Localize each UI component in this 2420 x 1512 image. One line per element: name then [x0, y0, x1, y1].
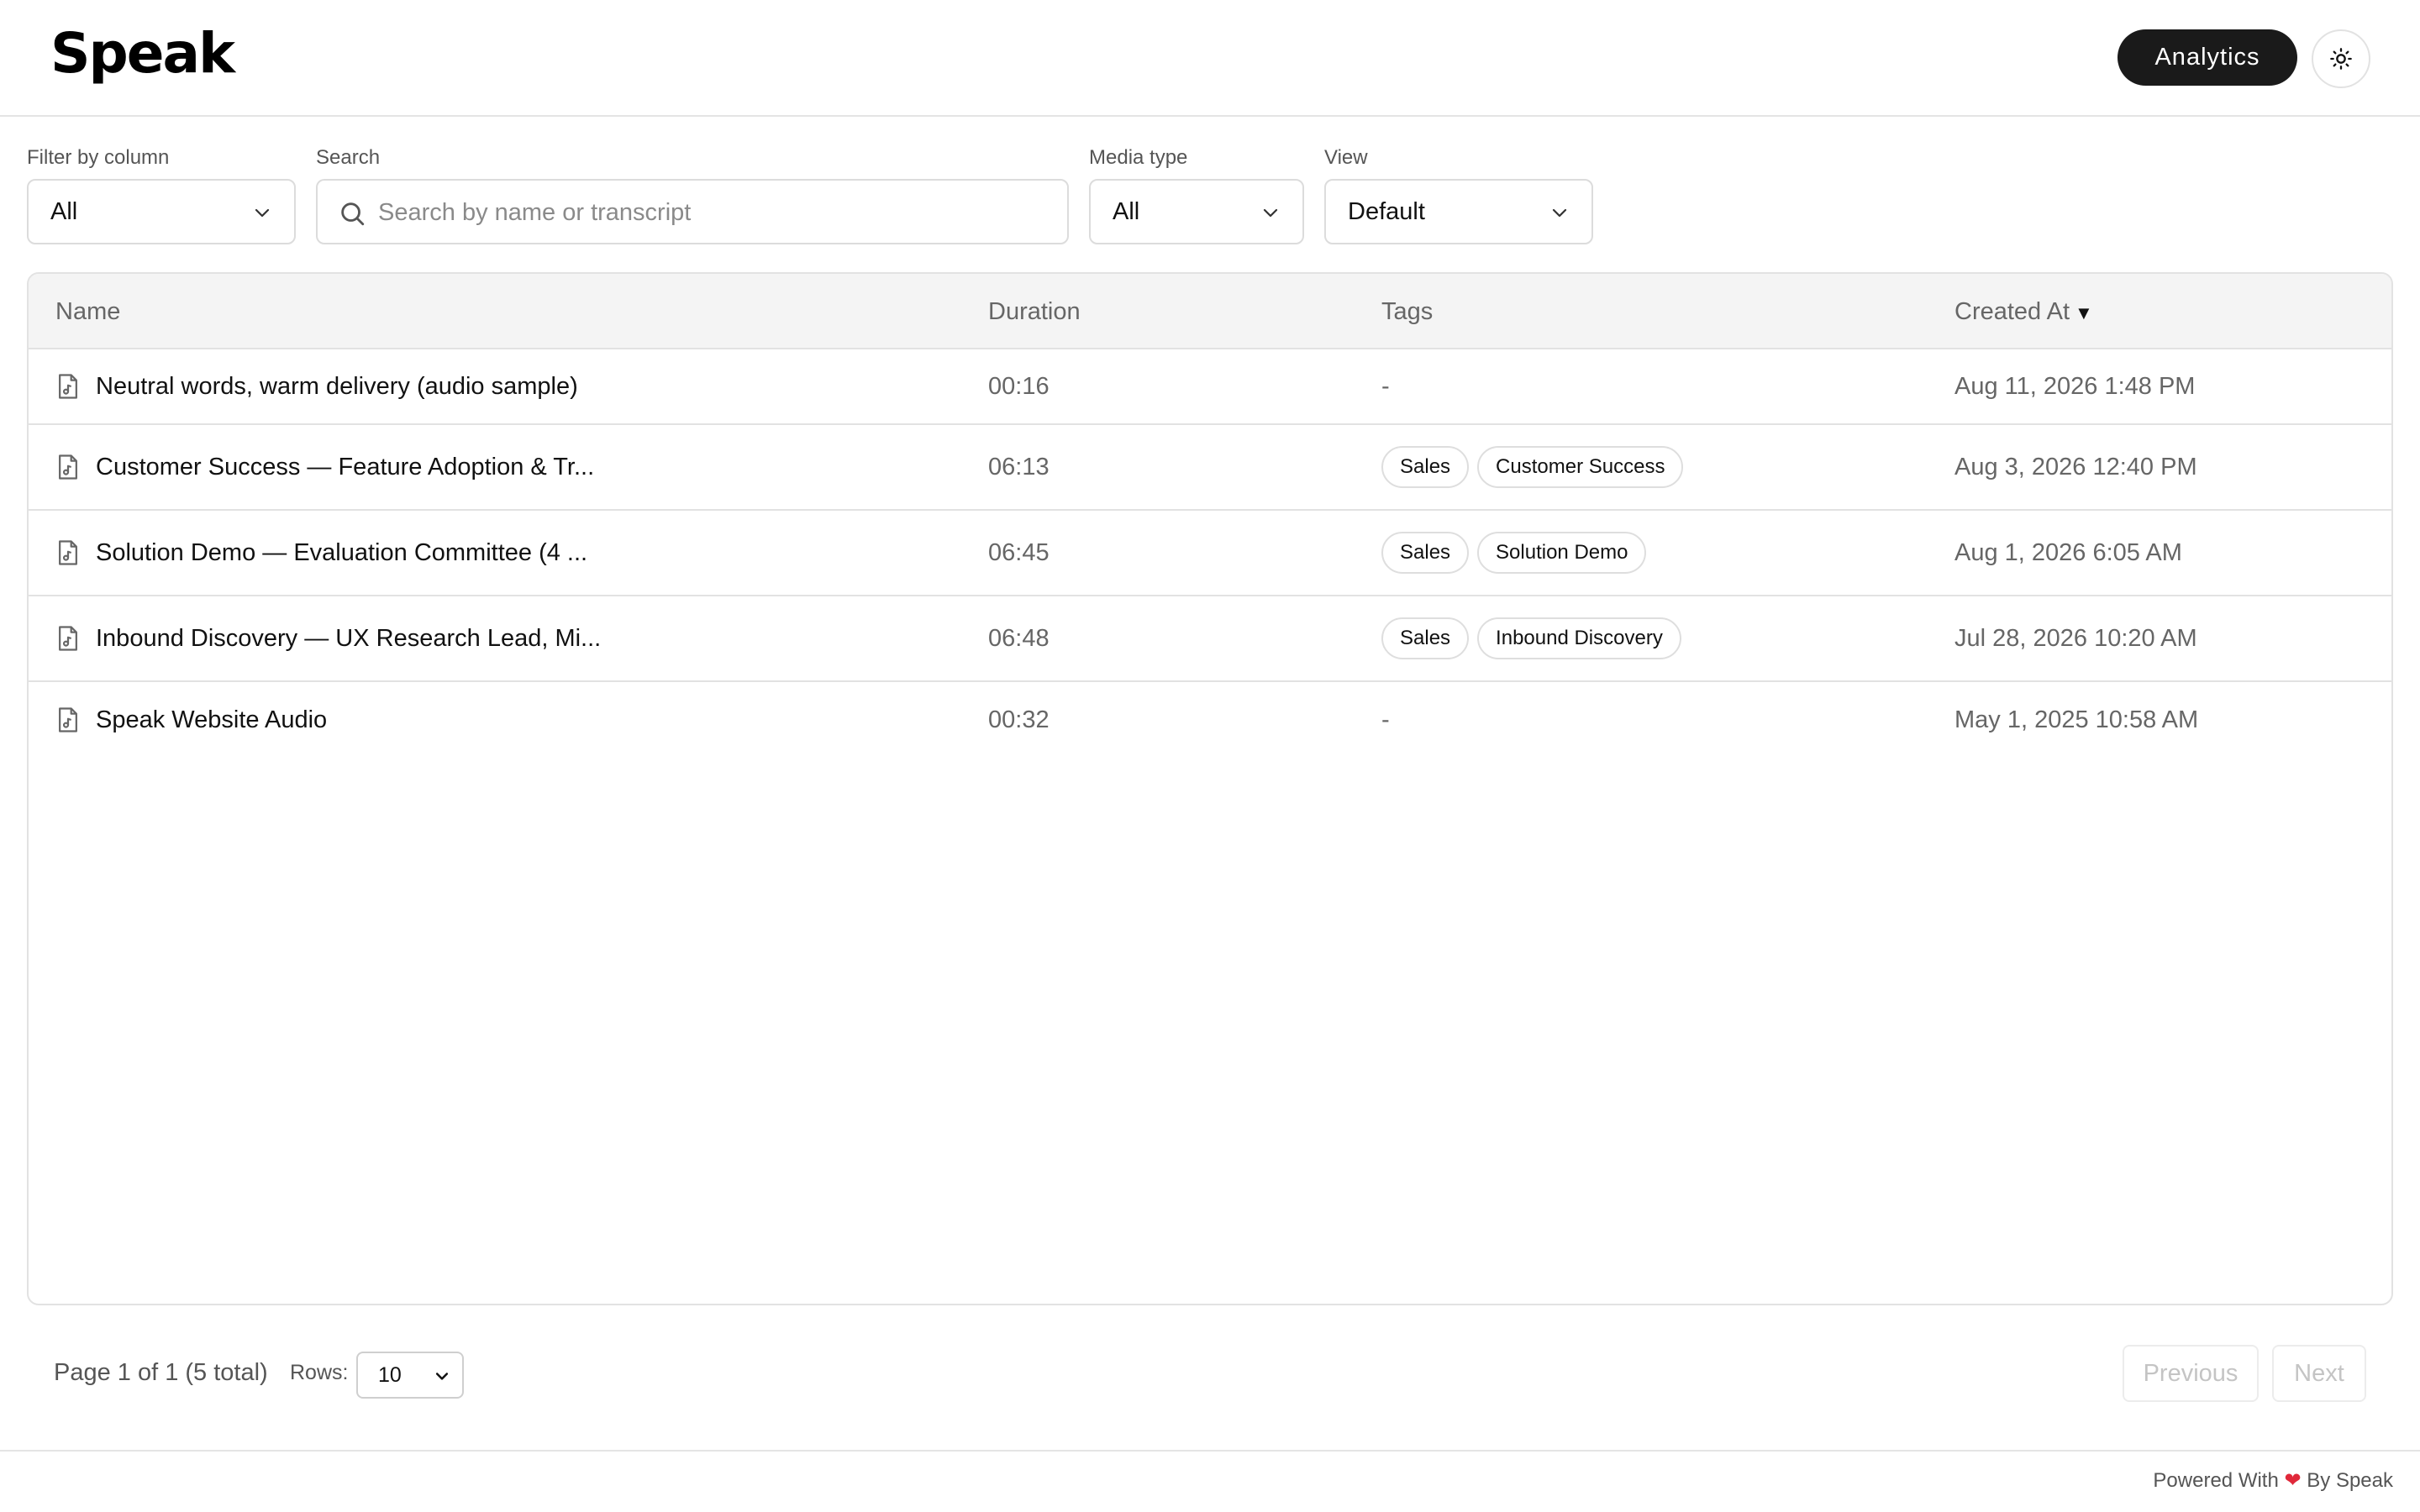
analytics-button[interactable]: Analytics	[2118, 29, 2297, 86]
media-type-value: All	[1113, 197, 1140, 225]
filter-column-label: Filter by column	[27, 146, 170, 169]
page: Speak Analytics Filter by column All Sea…	[0, 0, 2420, 1512]
theme-toggle-button[interactable]	[2312, 29, 2370, 88]
media-type-select[interactable]: All	[1089, 179, 1304, 244]
row-created-at: Aug 1, 2026 6:05 AM	[1954, 538, 2182, 566]
table-header: Name Duration Tags Created At ▼	[29, 274, 2391, 349]
row-duration: 06:48	[988, 624, 1050, 652]
rows-label: Rows:	[290, 1361, 349, 1384]
filter-column-value: All	[50, 197, 78, 225]
row-name-cell: Speak Website Audio	[55, 682, 327, 758]
row-name[interactable]: Speak Website Audio	[96, 706, 327, 734]
row-created-at: Jul 28, 2026 10:20 AM	[1954, 624, 2197, 652]
column-header-name[interactable]: Name	[55, 274, 120, 349]
row-tags-empty: -	[1381, 372, 1390, 400]
page-info: Page 1 of 1 (5 total)	[54, 1359, 268, 1386]
chevron-down-icon	[1263, 208, 1278, 218]
tag-badge[interactable]: Customer Success	[1477, 446, 1684, 488]
table-row[interactable]: Inbound Discovery — UX Research Lead, Mi…	[29, 596, 2391, 682]
row-name-cell: Neutral words, warm delivery (audio samp…	[55, 349, 578, 423]
row-tags: Sales Inbound Discovery	[1381, 596, 1681, 680]
column-header-created-at-label: Created At	[1954, 298, 2070, 325]
row-name[interactable]: Customer Success — Feature Adoption & Tr…	[96, 454, 594, 481]
powered-suffix: By Speak	[2307, 1469, 2393, 1492]
tag-badge[interactable]: Solution Demo	[1477, 532, 1647, 574]
row-name[interactable]: Solution Demo — Evaluation Committee (4 …	[96, 539, 587, 567]
chevron-down-icon	[1552, 208, 1567, 218]
chevron-down-icon	[255, 208, 270, 218]
row-duration: 00:32	[988, 706, 1050, 733]
table-row[interactable]: Speak Website Audio 00:32 - May 1, 2025 …	[29, 682, 2391, 758]
header: Speak Analytics	[0, 0, 2420, 117]
column-header-created-at[interactable]: Created At ▼	[1954, 274, 2093, 349]
powered-by-text[interactable]: Powered With ❤ By Speak	[2153, 1468, 2393, 1493]
search-box	[316, 179, 1069, 244]
row-created-at: Aug 3, 2026 12:40 PM	[1954, 453, 2197, 480]
audio-file-icon	[59, 626, 77, 651]
row-name-cell: Customer Success — Feature Adoption & Tr…	[55, 425, 594, 509]
tag-badge[interactable]: Sales	[1381, 446, 1470, 488]
heart-icon: ❤	[2284, 1469, 2302, 1492]
filter-column-select[interactable]: All	[27, 179, 296, 244]
column-header-tags[interactable]: Tags	[1381, 274, 1433, 349]
audio-file-icon	[59, 707, 77, 732]
row-name[interactable]: Inbound Discovery — UX Research Lead, Mi…	[96, 625, 601, 653]
row-name-cell: Inbound Discovery — UX Research Lead, Mi…	[55, 596, 601, 680]
powered-prefix: Powered With	[2153, 1469, 2279, 1492]
view-value: Default	[1348, 197, 1425, 225]
view-label: View	[1324, 146, 1368, 169]
chevron-down-icon	[435, 1373, 449, 1380]
rows-per-page-select[interactable]: 10	[356, 1352, 464, 1399]
row-name[interactable]: Neutral words, warm delivery (audio samp…	[96, 373, 578, 401]
row-tags: Sales Customer Success	[1381, 425, 1684, 509]
tag-badge[interactable]: Inbound Discovery	[1477, 617, 1681, 659]
table-row[interactable]: Neutral words, warm delivery (audio samp…	[29, 349, 2391, 425]
sun-icon	[2330, 48, 2352, 70]
media-table: Name Duration Tags Created At ▼ Neutral w…	[27, 272, 2393, 1305]
row-name-cell: Solution Demo — Evaluation Committee (4 …	[55, 511, 587, 595]
logo[interactable]: Speak	[50, 20, 235, 87]
search-icon	[341, 202, 365, 226]
search-label: Search	[316, 146, 381, 169]
row-duration: 06:45	[988, 538, 1050, 566]
column-header-duration[interactable]: Duration	[988, 274, 1081, 349]
row-tags-empty: -	[1381, 706, 1390, 733]
next-page-button[interactable]: Next	[2272, 1345, 2366, 1402]
footer: Powered With ❤ By Speak	[0, 1450, 2420, 1512]
row-duration: 00:16	[988, 372, 1050, 400]
row-created-at: May 1, 2025 10:58 AM	[1954, 706, 2199, 733]
sort-descending-icon: ▼	[2075, 302, 2093, 323]
row-tags: Sales Solution Demo	[1381, 511, 1647, 595]
view-select[interactable]: Default	[1324, 179, 1593, 244]
row-created-at: Aug 11, 2026 1:48 PM	[1954, 372, 2196, 400]
audio-file-icon	[59, 374, 77, 399]
media-type-label: Media type	[1089, 146, 1188, 169]
previous-page-button[interactable]: Previous	[2123, 1345, 2259, 1402]
search-input[interactable]	[378, 192, 1050, 233]
tag-badge[interactable]: Sales	[1381, 532, 1470, 574]
audio-file-icon	[59, 540, 77, 565]
audio-file-icon	[59, 454, 77, 480]
table-row[interactable]: Solution Demo — Evaluation Committee (4 …	[29, 511, 2391, 596]
table-row[interactable]: Customer Success — Feature Adoption & Tr…	[29, 425, 2391, 511]
tag-badge[interactable]: Sales	[1381, 617, 1470, 659]
rows-per-page-value: 10	[378, 1362, 402, 1387]
row-duration: 06:13	[988, 453, 1050, 480]
